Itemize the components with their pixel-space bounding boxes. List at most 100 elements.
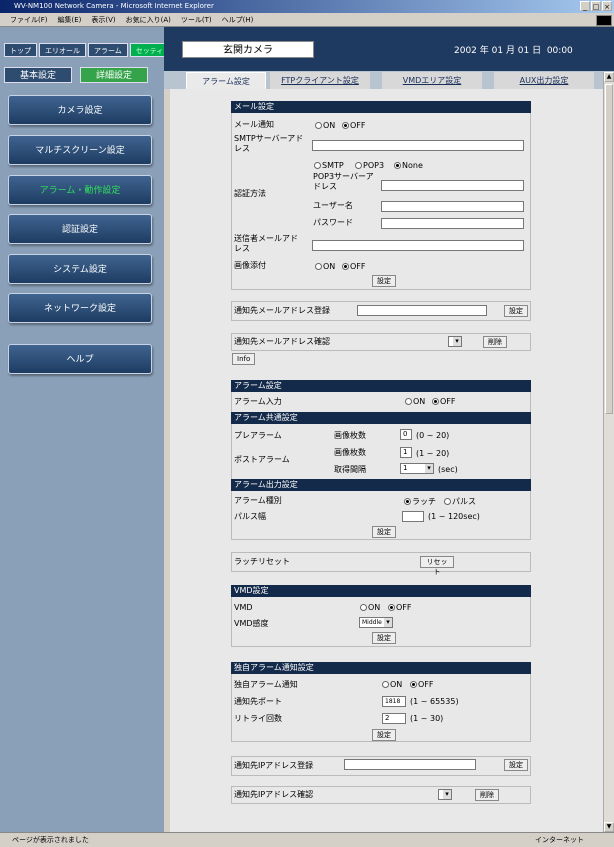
advanced-settings-button[interactable]: 詳細設定 bbox=[80, 67, 148, 83]
retry-input[interactable]: 2 bbox=[382, 713, 406, 724]
tab-alarm[interactable]: アラーム設定 bbox=[186, 72, 266, 89]
alarm-output-heading: アラーム出力設定 bbox=[231, 479, 531, 491]
port-label: 通知先ポート bbox=[234, 697, 282, 706]
retry-range-text: (1 ~ 30) bbox=[410, 714, 444, 723]
sidebar-item-auth[interactable]: 認証設定 bbox=[8, 214, 152, 244]
pulse-radio[interactable]: パルス bbox=[444, 496, 476, 507]
dest-ip-input[interactable] bbox=[344, 759, 476, 770]
sidebar-item-network[interactable]: ネットワーク設定 bbox=[8, 293, 152, 323]
alarm-settings-heading: アラーム設定 bbox=[231, 380, 531, 392]
pop3-input[interactable] bbox=[381, 180, 524, 191]
interval-label: 取得間隔 bbox=[334, 465, 366, 474]
sender-input[interactable] bbox=[312, 240, 524, 251]
user-input[interactable] bbox=[381, 201, 524, 212]
password-input[interactable] bbox=[381, 218, 524, 229]
own-alarm-off-radio[interactable]: OFF bbox=[410, 680, 434, 689]
auth-pop3-radio[interactable]: POP3 bbox=[355, 161, 384, 170]
vmd-label: VMD bbox=[234, 603, 253, 612]
menu-file[interactable]: ファイル(F) bbox=[10, 13, 48, 26]
password-label: パスワード bbox=[313, 218, 353, 227]
vmd-sensitivity-select[interactable]: Middle bbox=[359, 617, 393, 628]
tab-ftp[interactable]: FTPクライアント設定 bbox=[270, 72, 370, 89]
nav-view[interactable]: エリオール bbox=[39, 43, 86, 57]
mail-notify-label: メール通知 bbox=[234, 120, 274, 129]
alarm-common-heading: アラーム共通設定 bbox=[231, 412, 531, 424]
vmd-set-button[interactable]: 設定 bbox=[372, 632, 396, 644]
port-input[interactable]: 1818 bbox=[382, 696, 406, 707]
basic-settings-button[interactable]: 基本設定 bbox=[4, 67, 72, 83]
menu-favorites[interactable]: お気に入り(A) bbox=[126, 13, 171, 26]
pulse-width-label: パルス幅 bbox=[234, 512, 266, 521]
auth-smtp-radio[interactable]: SMTP bbox=[314, 161, 344, 170]
dest-ip-delete-button[interactable]: 削除 bbox=[475, 789, 499, 801]
sub-nav: 基本設定 詳細設定 bbox=[4, 67, 148, 83]
scrollbar[interactable]: ▲ ▼ bbox=[603, 72, 614, 832]
sidebar-item-help[interactable]: ヘルプ bbox=[8, 344, 152, 374]
interval-unit: (sec) bbox=[438, 465, 458, 474]
smtp-label: SMTPサーバーアドレス bbox=[234, 134, 304, 153]
sidebar-item-alarm[interactable]: アラーム・動作設定 bbox=[8, 175, 152, 205]
dest-mail-delete-button[interactable]: 削除 bbox=[483, 336, 507, 348]
attach-on-radio[interactable]: ON bbox=[315, 262, 335, 271]
menu-view[interactable]: 表示(V) bbox=[91, 13, 115, 26]
window-title-text: WV-NM100 Network Camera - Microsoft Inte… bbox=[14, 2, 214, 10]
scroll-down-icon[interactable]: ▼ bbox=[604, 822, 614, 832]
scroll-thumb[interactable] bbox=[605, 84, 613, 414]
pre-range-text: (0 ~ 20) bbox=[416, 431, 450, 440]
interval-select[interactable]: 1 bbox=[400, 463, 434, 474]
latch-reset-button[interactable]: リセット bbox=[420, 556, 454, 576]
attach-off-radio[interactable]: OFF bbox=[342, 262, 366, 271]
sender-label: 送信者メールアドレス bbox=[234, 234, 298, 253]
tab-vmd-area[interactable]: VMDエリア設定 bbox=[382, 72, 482, 89]
status-text: ページが表示されました bbox=[12, 836, 89, 844]
alarm-input-on-radio[interactable]: ON bbox=[405, 397, 425, 406]
nav-top[interactable]: トップ bbox=[4, 43, 37, 57]
tab-aux[interactable]: AUX出力設定 bbox=[494, 72, 594, 89]
sidebar-item-multiscreen[interactable]: マルチスクリーン設定 bbox=[8, 135, 152, 165]
camera-title: 玄関カメラ bbox=[182, 41, 314, 58]
menu-help[interactable]: ヘルプ(H) bbox=[222, 13, 254, 26]
mail-notify-off-radio[interactable]: OFF bbox=[342, 121, 366, 130]
latch-radio[interactable]: ラッチ bbox=[404, 496, 436, 507]
dest-ip-set-button[interactable]: 設定 bbox=[504, 759, 528, 771]
sidebar-item-camera[interactable]: カメラ設定 bbox=[8, 95, 152, 125]
post-alarm-label: ポストアラーム bbox=[234, 455, 290, 464]
dest-mail-input[interactable] bbox=[357, 305, 487, 316]
pulse-width-input[interactable] bbox=[402, 511, 424, 522]
own-alarm-set-button[interactable]: 設定 bbox=[372, 729, 396, 741]
mail-notify-on-radio[interactable]: ON bbox=[315, 121, 335, 130]
vmd-off-radio[interactable]: OFF bbox=[388, 603, 412, 612]
own-alarm-on-radio[interactable]: ON bbox=[382, 680, 402, 689]
vmd-on-radio[interactable]: ON bbox=[360, 603, 380, 612]
minimize-button[interactable]: _ bbox=[580, 1, 590, 11]
latch-reset-label: ラッチリセット bbox=[234, 557, 290, 566]
dest-mail-select[interactable] bbox=[448, 336, 462, 347]
post-image-count-input[interactable]: 1 bbox=[400, 447, 412, 458]
ie-logo-icon bbox=[596, 15, 612, 26]
sidebar-item-system[interactable]: システム設定 bbox=[8, 254, 152, 284]
maximize-button[interactable]: □ bbox=[591, 1, 601, 11]
alarm-type-label: アラーム種別 bbox=[234, 496, 282, 505]
dest-mail-set-button[interactable]: 設定 bbox=[504, 305, 528, 317]
attach-label: 画像添付 bbox=[234, 261, 266, 270]
menu-tools[interactable]: ツール(T) bbox=[181, 13, 212, 26]
mail-set-button[interactable]: 設定 bbox=[372, 275, 396, 287]
pop3-label: POP3サーバーアドレス bbox=[313, 172, 374, 191]
auth-none-radio[interactable]: None bbox=[394, 161, 423, 170]
own-alarm-heading: 独自アラーム通知設定 bbox=[231, 662, 531, 674]
top-nav: トップ エリオール アラーム セッティング bbox=[4, 43, 184, 57]
close-button[interactable]: × bbox=[602, 1, 612, 11]
dest-ip-reg-label: 通知先IPアドレス登録 bbox=[234, 761, 314, 770]
smtp-input[interactable] bbox=[312, 140, 524, 151]
dest-ip-select[interactable] bbox=[438, 789, 452, 800]
internet-zone: インターネット bbox=[535, 836, 584, 844]
menu-edit[interactable]: 編集(E) bbox=[58, 13, 82, 26]
window-title: WV-NM100 Network Camera - Microsoft Inte… bbox=[0, 0, 614, 13]
alarm-input-off-radio[interactable]: OFF bbox=[432, 397, 456, 406]
nav-alarm[interactable]: アラーム bbox=[88, 43, 128, 57]
alarm-set-button[interactable]: 設定 bbox=[372, 526, 396, 538]
pre-image-count-input[interactable]: 0 bbox=[400, 429, 412, 440]
info-button[interactable]: Info bbox=[232, 353, 256, 365]
post-image-count-label: 画像枚数 bbox=[334, 448, 366, 457]
scroll-up-icon[interactable]: ▲ bbox=[604, 72, 614, 82]
